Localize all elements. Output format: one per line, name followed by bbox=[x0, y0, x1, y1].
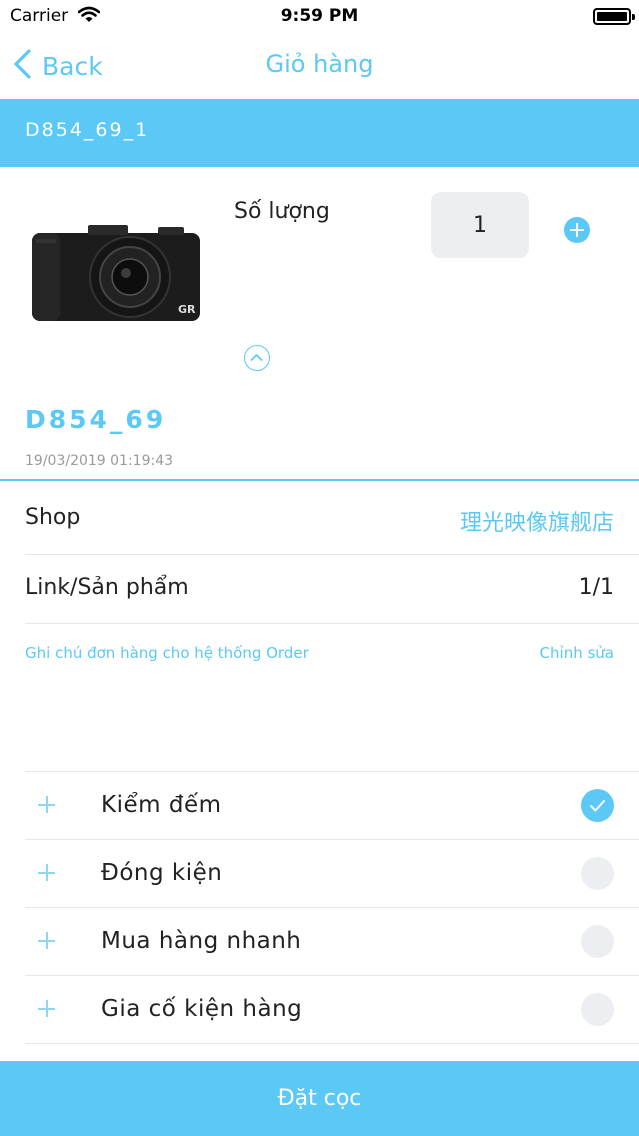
shop-row: Shop 理光映像旗舰店 bbox=[25, 483, 639, 555]
status-bar: Carrier 9:59 PM bbox=[0, 0, 639, 34]
checkmark-icon bbox=[590, 800, 605, 812]
deposit-button[interactable]: Đặt cọc bbox=[0, 1061, 639, 1136]
service-label: Đóng kiện bbox=[101, 860, 223, 886]
plus-icon[interactable] bbox=[38, 1000, 56, 1018]
link-product-count: 1/1 bbox=[578, 575, 614, 600]
service-row-packing[interactable]: Đóng kiện bbox=[25, 840, 639, 908]
quantity-field[interactable]: 1 bbox=[431, 192, 529, 258]
service-checkbox[interactable] bbox=[581, 857, 614, 890]
status-time: 9:59 PM bbox=[280, 6, 359, 26]
plus-icon[interactable] bbox=[38, 864, 56, 882]
service-checkbox-checked[interactable] bbox=[581, 789, 614, 822]
brand-mark: GR bbox=[178, 303, 196, 316]
quantity-label: Số lượng bbox=[234, 199, 330, 224]
order-note-label: Ghi chú đơn hàng cho hệ thống Order bbox=[25, 644, 309, 662]
service-row-fast-purchase[interactable]: Mua hàng nhanh bbox=[25, 908, 639, 976]
collapse-button[interactable] bbox=[244, 345, 270, 371]
product-image: GR bbox=[28, 215, 204, 325]
order-header-code: D854_69_1 bbox=[25, 119, 150, 141]
navigation-bar: Back Giỏ hàng bbox=[0, 34, 639, 99]
service-row-inspection[interactable]: Kiểm đếm bbox=[25, 772, 639, 840]
plus-icon[interactable] bbox=[38, 796, 56, 814]
add-quantity-button[interactable] bbox=[564, 217, 590, 243]
battery-icon bbox=[593, 8, 635, 25]
service-checkbox[interactable] bbox=[581, 925, 614, 958]
service-row-reinforce[interactable]: Gia cố kiện hàng bbox=[25, 976, 639, 1044]
service-label: Kiểm đếm bbox=[101, 792, 222, 818]
order-note-area[interactable]: Ghi chú đơn hàng cho hệ thống Order Chỉn… bbox=[25, 624, 639, 772]
shop-label: Shop bbox=[25, 505, 81, 530]
page-title: Giỏ hàng bbox=[265, 50, 374, 78]
service-checkbox[interactable] bbox=[581, 993, 614, 1026]
link-product-label: Link/Sản phẩm bbox=[25, 575, 189, 600]
plus-icon[interactable] bbox=[38, 932, 56, 950]
order-header: D854_69_1 bbox=[0, 99, 639, 167]
service-label: Gia cố kiện hàng bbox=[101, 996, 303, 1022]
service-label: Mua hàng nhanh bbox=[101, 928, 302, 954]
edit-note-button[interactable]: Chỉnh sửa bbox=[540, 644, 614, 662]
link-product-row: Link/Sản phẩm 1/1 bbox=[25, 555, 639, 624]
order-code: D854_69 bbox=[25, 405, 167, 434]
order-date: 19/03/2019 01:19:43 bbox=[25, 453, 174, 469]
shop-name-link[interactable]: 理光映像旗舰店 bbox=[460, 505, 614, 537]
section-divider bbox=[0, 479, 639, 481]
